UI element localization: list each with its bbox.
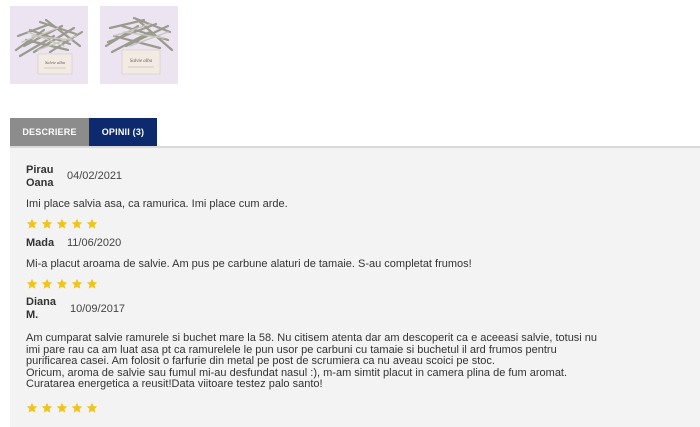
svg-text:Salvie alba: Salvie alba — [130, 59, 153, 64]
review-rating — [26, 278, 98, 290]
star-icon — [71, 402, 83, 413]
review-text: Mi-a placut aroama de salvie. Am pus pe … — [26, 258, 472, 270]
review-author: Pirau Oana — [26, 165, 64, 189]
review-date: 10/09/2017 — [70, 303, 126, 315]
review-rating — [26, 218, 98, 230]
star-icon — [41, 402, 53, 413]
tab-description[interactable]: DESCRIERE — [10, 118, 89, 146]
star-icon — [41, 218, 53, 229]
product-tabs: DESCRIERE OPINII (3) — [10, 118, 157, 146]
review-author-line: Diana — [26, 296, 56, 308]
review-author: Mada — [26, 238, 64, 249]
tab-reviews[interactable]: OPINII (3) — [89, 118, 157, 146]
review-author-line: Mada — [26, 237, 55, 249]
star-icon — [26, 218, 38, 229]
star-icon — [41, 278, 53, 289]
review-text-line: Am cumparat salvie ramurele si buchet ma… — [26, 332, 598, 344]
star-icon — [86, 402, 98, 413]
review-text: Am cumparat salvie ramurele si buchet ma… — [26, 332, 690, 391]
star-icon — [26, 402, 38, 413]
white-sage-photo-icon: Salvie alba — [10, 6, 88, 84]
review-text: Imi place salvia asa, ca ramurica. Imi p… — [26, 198, 288, 210]
review-author-line: M. — [26, 309, 39, 321]
star-icon — [71, 218, 83, 229]
star-icon — [86, 278, 98, 289]
star-icon — [71, 278, 83, 289]
product-gallery: Salvie alba Salvie alba — [10, 6, 178, 84]
review-author-line: Oana — [26, 177, 54, 189]
star-icon — [56, 278, 68, 289]
product-thumbnail-2[interactable]: Salvie alba — [100, 6, 178, 84]
reviews-panel: Pirau Oana 04/02/2021 Imi place salvia a… — [10, 148, 700, 427]
review-rating — [26, 402, 98, 414]
review-text-line: Curatarea energetica a reusit!Data viito… — [26, 378, 323, 391]
star-icon — [26, 278, 38, 289]
review-date: 04/02/2021 — [67, 170, 123, 182]
review-author: Diana M. — [26, 297, 64, 321]
product-thumbnail-1[interactable]: Salvie alba — [10, 6, 88, 84]
svg-text:Salvie alba: Salvie alba — [45, 60, 66, 65]
star-icon — [56, 218, 68, 229]
star-icon — [56, 402, 68, 413]
review-author-line: Pirau — [26, 164, 54, 176]
review-date: 11/06/2020 — [67, 237, 122, 249]
star-icon — [86, 218, 98, 229]
white-sage-photo-icon: Salvie alba — [100, 6, 178, 84]
